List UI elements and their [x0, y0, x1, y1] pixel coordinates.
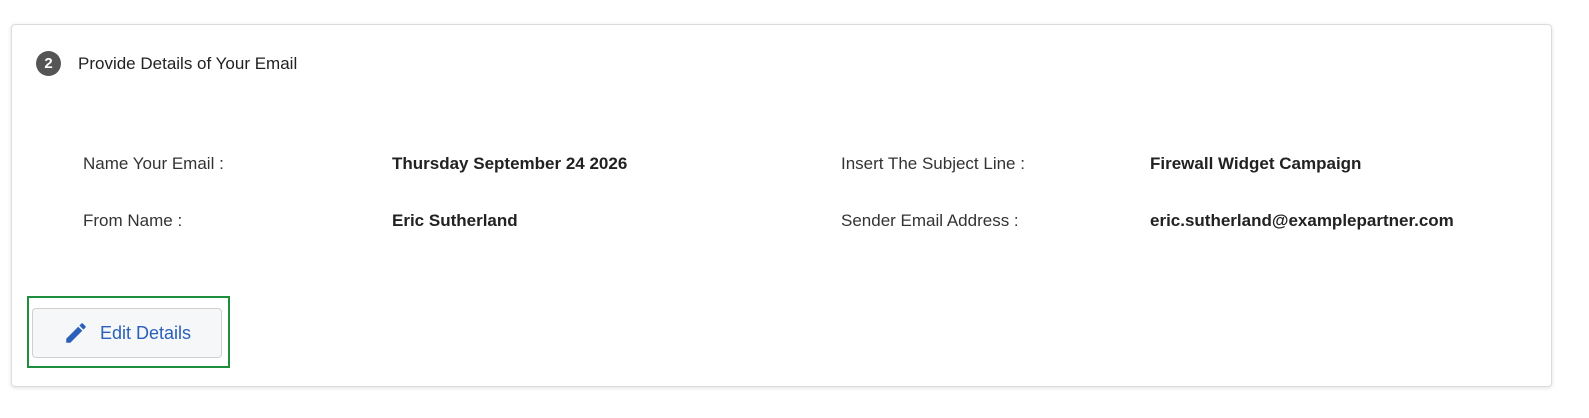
step-number-badge: 2 — [36, 51, 61, 76]
step-header: 2 Provide Details of Your Email — [36, 51, 297, 76]
step-title: Provide Details of Your Email — [78, 53, 298, 73]
pencil-icon — [63, 320, 89, 346]
email-details-card: 2 Provide Details of Your Email Name You… — [11, 24, 1552, 387]
subject-line-label: Insert The Subject Line : — [841, 154, 1025, 173]
sender-email-label: Sender Email Address : — [841, 211, 1019, 230]
subject-line-value: Firewall Widget Campaign — [1150, 154, 1362, 173]
email-name-label: Name Your Email : — [83, 154, 224, 173]
from-name-value: Eric Sutherland — [392, 211, 518, 230]
edit-details-button[interactable]: Edit Details — [32, 308, 222, 358]
sender-email-value: eric.sutherland@examplepartner.com — [1150, 211, 1454, 230]
from-name-label: From Name : — [83, 211, 183, 230]
edit-details-label: Edit Details — [100, 322, 192, 343]
email-name-value: Thursday September 24 2026 — [392, 154, 628, 173]
